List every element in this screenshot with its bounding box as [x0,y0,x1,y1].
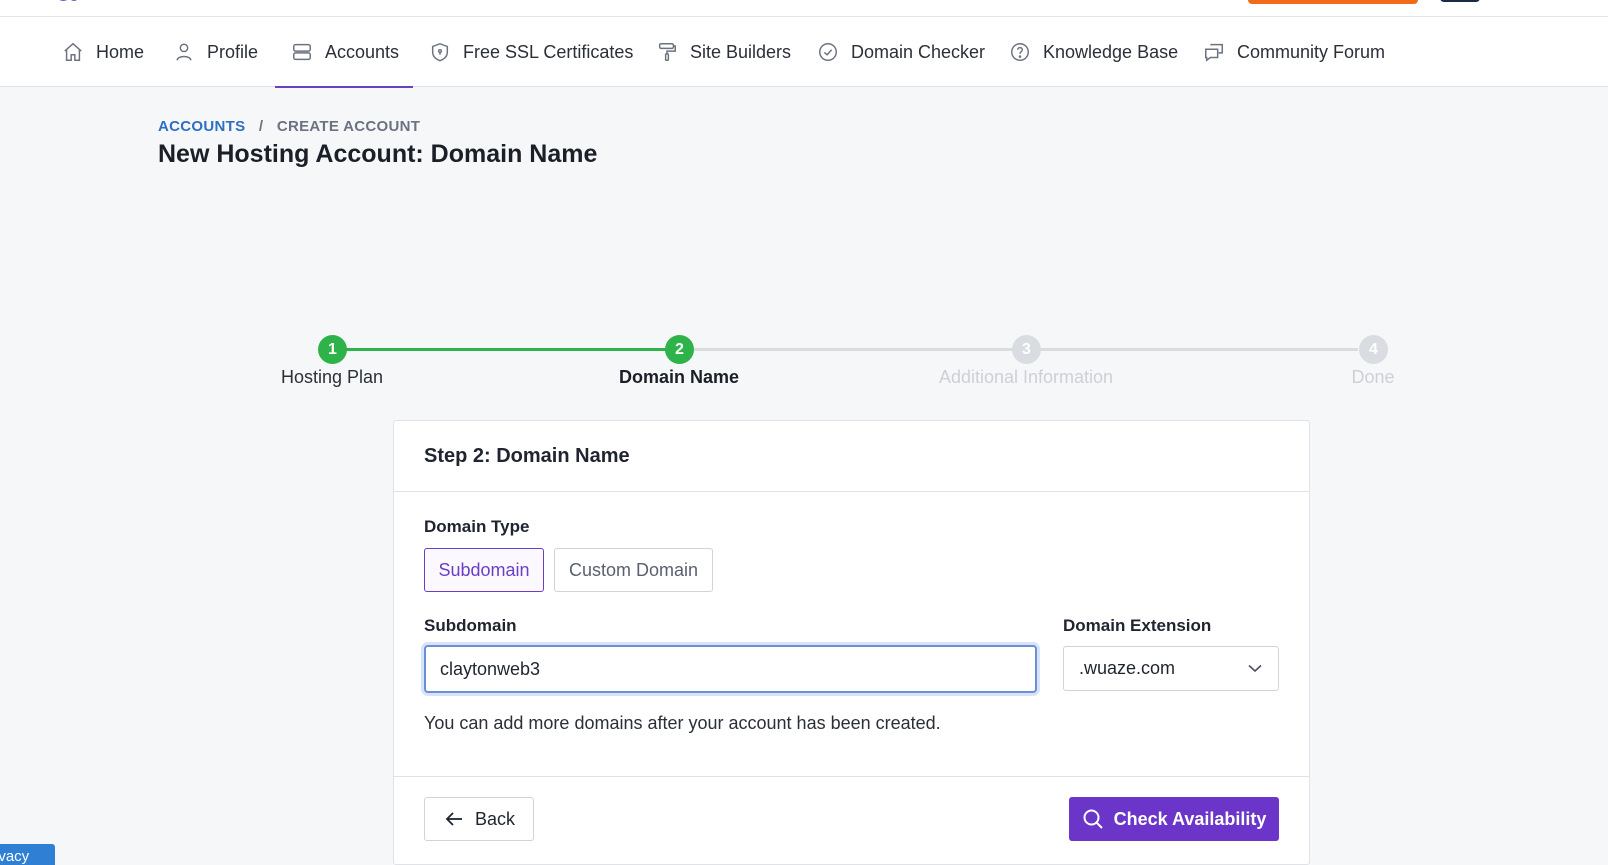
help-text: You can add more domains after your acco… [424,713,941,733]
nav-label: Knowledge Base [1043,41,1179,62]
step-1-label: Hosting Plan [280,367,384,387]
top-header [0,0,1608,17]
nav-label: Profile [207,41,259,62]
nav-label: Domain Checker [851,41,986,62]
nav-item-accounts[interactable]: Accounts [274,17,414,88]
breadcrumb-accounts-link[interactable]: ACCOUNTS [158,118,245,135]
back-label: Back [474,808,516,829]
nav-item-profile[interactable]: Profile [173,17,258,87]
nav-label: Home [96,41,145,62]
back-button[interactable]: Back [424,797,534,841]
check-availability-button[interactable]: Check Availability [1069,797,1279,841]
check-availability-label: Check Availability [1113,808,1267,829]
step-4-label: Done [1351,367,1395,387]
progress-stepper: 1 Hosting Plan 2 Domain Name 3 Additiona… [0,330,1608,390]
main-nav: Home Profile Accounts Free SSL Certifica… [0,17,1608,88]
card-footer: Back Check Availability [394,776,1309,864]
domain-extension-select[interactable]: .wuaze.com [1063,646,1279,691]
nav-label: Site Builders [690,41,792,62]
breadcrumb-current: CREATE ACCOUNT [276,118,421,135]
page-title: New Hosting Account: Domain Name [158,140,598,168]
privacy-label: Privacy [0,847,30,865]
step-1-circle: 1 [318,335,347,364]
user-icon [173,41,195,63]
nav-label: Free SSL Certificates [463,41,634,62]
paint-roller-icon [656,41,678,63]
breadcrumb-separator: / [258,118,264,135]
nav-item-community-forum[interactable]: Community Forum [1203,17,1385,87]
nav-item-domain-checker[interactable]: Domain Checker [817,17,985,87]
domain-extension-value: .wuaze.com [1079,658,1176,678]
subdomain-label: Subdomain [424,616,517,635]
step-2-circle: 2 [665,335,694,364]
nav-item-home[interactable]: Home [62,17,144,87]
step-3-circle: 3 [1012,335,1041,364]
nav-label: Community Forum [1237,41,1386,62]
privacy-tab[interactable]: Privacy [0,844,55,865]
upgrade-button[interactable] [1248,0,1418,4]
chevron-down-icon [1248,664,1262,673]
subdomain-option-button[interactable]: Subdomain [424,548,544,592]
custom-domain-option-button[interactable]: Custom Domain [554,548,713,592]
domain-name-card: Step 2: Domain Name Domain Type Subdomai… [393,420,1310,865]
check-circle-icon [817,41,839,63]
breadcrumb: ACCOUNTS / CREATE ACCOUNT [158,118,420,135]
card-title: Step 2: Domain Name [394,421,1309,492]
domain-type-label: Domain Type [424,517,530,536]
home-icon [62,41,84,63]
account-button[interactable] [1440,0,1480,2]
server-icon [291,41,313,63]
nav-item-ssl[interactable]: Free SSL Certificates [429,17,633,87]
shield-icon [429,41,451,63]
nav-item-site-builders[interactable]: Site Builders [656,17,791,87]
question-circle-icon [1009,41,1031,63]
nav-label: Accounts [325,41,400,62]
subdomain-input[interactable] [424,645,1037,693]
search-icon [1083,809,1103,829]
domain-extension-label: Domain Extension [1063,616,1212,635]
nav-item-knowledge-base[interactable]: Knowledge Base [1009,17,1178,87]
step-2-label: Domain Name [618,367,740,387]
step-4-circle: 4 [1359,335,1388,364]
step-3-label: Additional Information [938,367,1114,387]
arrow-left-icon [445,812,462,826]
logo-icon [59,0,77,1]
step-connector-complete [346,348,676,351]
chat-icon [1203,41,1225,63]
